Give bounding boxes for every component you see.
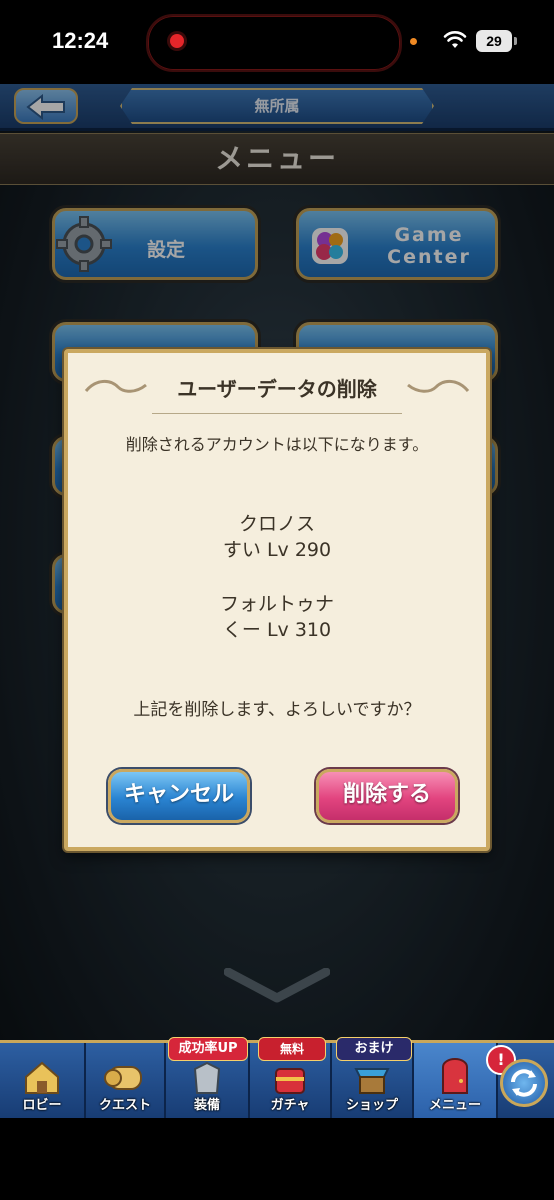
gacha-icon [275,1068,305,1094]
home-indicator-area [0,1118,554,1200]
nav-item-gacha[interactable]: 無料 ガチャ [250,1037,332,1121]
nav-label-quest: クエスト [98,1098,151,1113]
lobby-icon [25,1061,59,1094]
mic-indicator-icon [410,38,417,45]
shop-icon [354,1068,390,1094]
dialog-confirm-text: 上記を削除します、よろしいですか？ [133,700,421,720]
nav-item-equipment[interactable]: 成功率UP 装備 [166,1037,250,1121]
nav-item-shop[interactable]: おまけ ショップ [332,1037,414,1121]
cancel-button[interactable]: キャンセル [108,769,250,823]
account-1-info: すい Lv 290 [222,539,332,561]
refresh-icon [511,1069,537,1097]
dynamic-island [146,14,402,72]
account-1-server: クロノス [238,513,315,535]
account-2-server: フォルトゥナ [219,593,334,615]
nav-label-equipment: 装備 [193,1098,220,1113]
nav-label-shop: ショップ [345,1098,398,1113]
status-bar: 12:24 29 [0,0,554,84]
quest-icon [104,1066,142,1090]
menu-door-icon [442,1058,468,1094]
delete-user-data-dialog: ユーザーデータの削除 削除されるアカウントは以下になります。 クロノス すい L… [64,349,490,851]
bottom-nav: ロビー クエスト 成功率UP 装備 無料 ガチャ おまけ ショップ メニュー ! [0,1037,554,1121]
refresh-button[interactable] [500,1059,548,1107]
nav-item-quest[interactable]: クエスト [86,1043,166,1121]
dialog-description: 削除されるアカウントは以下になります。 [125,435,429,454]
nav-label-menu: メニュー [428,1098,481,1113]
ornament-right-icon [407,380,470,393]
delete-button[interactable]: 削除する [316,769,458,823]
account-2-info: くー Lv 310 [222,619,332,641]
recording-indicator-icon [170,34,184,48]
dialog-divider [152,413,402,414]
wifi-icon [443,31,467,48]
nav-label-lobby: ロビー [22,1098,62,1113]
nav-item-menu[interactable]: メニュー [414,1043,498,1121]
equipment-icon [193,1061,221,1094]
battery-icon: 29 [476,30,517,52]
status-time: 12:24 [52,28,109,53]
nav-label-gacha: ガチャ [270,1098,310,1113]
nav-item-lobby[interactable]: ロビー [0,1043,86,1121]
